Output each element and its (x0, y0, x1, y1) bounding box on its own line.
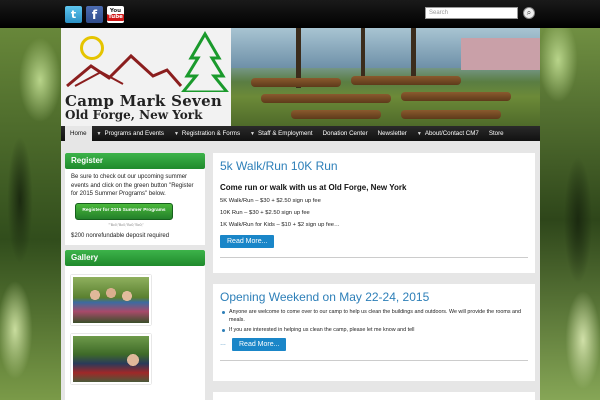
chevron-down-icon: ▼ (96, 131, 102, 137)
nav-about-contact[interactable]: ▼ About/Contact CM7 (412, 126, 484, 141)
log-bench (401, 110, 501, 119)
tree-trunk (411, 28, 416, 80)
bullet-text: If you are interested in helping us clea… (229, 327, 415, 333)
top-bar: t f You Tube Search ⌕ (0, 0, 600, 28)
log-bench (251, 78, 341, 87)
post-line: 5K Walk/Run – $30 + $2.50 sign up fee (220, 198, 321, 204)
mountains-and-tree-icon (66, 31, 229, 92)
log-bench (291, 110, 381, 119)
cabin-image (461, 38, 540, 70)
register-fine-print: ""Bc0;"Bc0;"Bc0;"Bc0;" (108, 222, 144, 227)
register-summer-programs-button[interactable]: Register for 2015 Summer Programs (75, 202, 173, 220)
nav-store[interactable]: Store (484, 126, 509, 141)
search-input[interactable]: Search (425, 7, 518, 19)
nav-label: Registration & Forms (181, 130, 241, 137)
tree-trunk (361, 28, 365, 78)
log-bench (261, 94, 391, 103)
nav-label: About/Contact CM7 (424, 130, 479, 137)
search-icon[interactable]: ⌕ (523, 7, 535, 19)
chevron-down-icon: ▼ (173, 131, 179, 137)
list-item: Anyone are welcome to come over to our c… (220, 309, 528, 324)
log-bench (351, 76, 461, 85)
nav-label: Newsletter (377, 130, 407, 137)
nav-label: Store (488, 130, 504, 137)
nav-registration-forms[interactable]: ▼ Registration & Forms (169, 126, 245, 141)
post-opening-weekend: Opening Weekend on May 22-24, 2015 Anyon… (213, 284, 535, 381)
nav-donation-center[interactable]: Donation Center (318, 126, 373, 141)
gallery-photo[interactable] (71, 275, 151, 325)
content-area: Register Be sure to check out our upcomi… (61, 141, 540, 400)
widget-body: Be sure to check out our upcoming summer… (65, 169, 205, 245)
chevron-down-icon: ▼ (416, 131, 422, 137)
bullet-text: Anyone are welcome to come over to our c… (229, 309, 522, 323)
post-5k-walk-run: 5k Walk/Run 10K Run Come run or walk wit… (213, 153, 535, 273)
divider (220, 257, 528, 258)
nav-programs-and-events[interactable]: ▼ Programs and Events (92, 126, 169, 141)
register-text: Be sure to check out our upcoming summer… (71, 174, 194, 197)
deposit-note: $200 nonrefundable deposit required (71, 233, 170, 239)
youtube-tube-text: Tube (107, 14, 124, 21)
widget-title: Gallery (65, 250, 205, 266)
nav-label: Programs and Events (104, 130, 164, 137)
gallery-widget: Gallery (65, 250, 205, 400)
forest-background-left (0, 0, 62, 400)
header-banner: Camp Mark Seven Old Forge, New York (61, 28, 540, 126)
gallery-photo[interactable] (71, 334, 151, 384)
post-title[interactable]: 5k Walk/Run 10K Run (220, 159, 528, 173)
bullet-icon (222, 311, 225, 314)
read-more-button[interactable]: Read More... (220, 235, 275, 248)
post-next (213, 392, 535, 400)
bullet-icon (222, 329, 225, 332)
twitter-icon[interactable]: t (65, 6, 82, 23)
read-more-button[interactable]: Read More... (232, 337, 287, 351)
chevron-down-icon: ▼ (250, 131, 255, 137)
main-nav: Home ▼ Programs and Events ▼ Registration … (61, 126, 540, 141)
post-title[interactable]: Opening Weekend on May 22-24, 2015 (220, 290, 528, 304)
register-widget: Register Be sure to check out our upcomi… (65, 153, 205, 245)
widget-title: Register (65, 153, 205, 169)
nav-staff-employment[interactable]: ▼ Staff & Employment (245, 126, 318, 141)
post-line: 1K Walk/Run for Kids – $10 + $2 sign up … (220, 222, 340, 228)
nav-label: Donation Center (322, 130, 368, 137)
camp-logo[interactable]: Camp Mark Seven Old Forge, New York (61, 28, 231, 126)
forest-background-right (538, 0, 600, 400)
post-bullet-list: Anyone are welcome to come over to our c… (220, 309, 528, 335)
nav-home[interactable]: Home (65, 126, 92, 141)
post-subtitle: Come run or walk with us at Old Forge, N… (220, 183, 407, 192)
post-footer: … Read More... (220, 337, 528, 351)
youtube-icon[interactable]: You Tube (107, 6, 124, 23)
ellipsis: … (220, 341, 226, 347)
list-item: If you are interested in helping us clea… (220, 327, 528, 335)
facebook-icon[interactable]: f (86, 6, 103, 23)
divider (220, 359, 528, 361)
post-line: 10K Run – $30 + $2.50 sign up fee (220, 210, 310, 216)
nav-label: Staff & Employment (258, 130, 313, 137)
logo-subtitle: Old Forge, New York (65, 108, 203, 122)
nav-newsletter[interactable]: Newsletter (373, 126, 412, 141)
log-bench (401, 92, 511, 101)
